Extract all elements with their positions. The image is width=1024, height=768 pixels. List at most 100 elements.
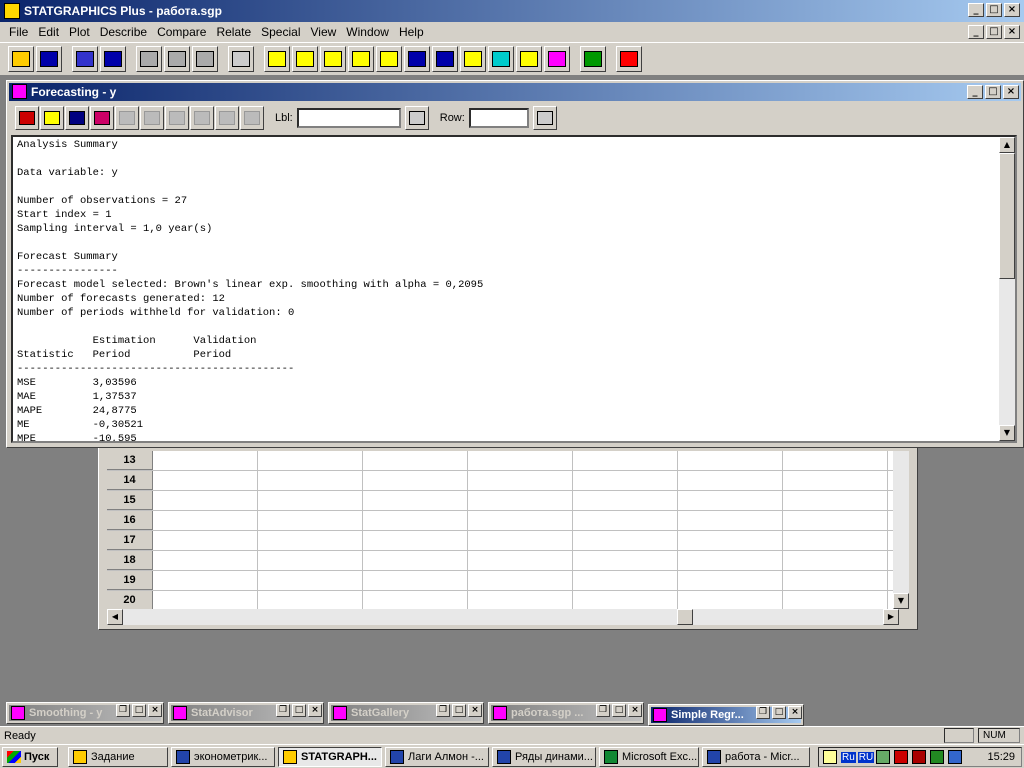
histogram-button[interactable] — [320, 46, 346, 72]
line-tool-button[interactable] — [240, 106, 264, 130]
tray-app-icon[interactable] — [930, 750, 945, 764]
table-cell[interactable] — [258, 451, 363, 470]
data-disk-button[interactable] — [100, 46, 126, 72]
table-cell[interactable] — [363, 511, 468, 530]
table-cell[interactable] — [468, 531, 573, 550]
table-cell[interactable] — [678, 451, 783, 470]
antivirus-icon[interactable] — [894, 750, 909, 764]
graphical-options-button[interactable] — [65, 106, 89, 130]
table-cell[interactable] — [573, 511, 678, 530]
table-cell[interactable] — [573, 551, 678, 570]
row-header[interactable]: 16 — [107, 511, 153, 530]
row-header[interactable]: 19 — [107, 571, 153, 590]
table-cell[interactable] — [468, 451, 573, 470]
minimized-window[interactable]: работа.sgp ... ❐ □ × — [488, 702, 644, 724]
table-cell[interactable] — [363, 491, 468, 510]
xy-button[interactable] — [348, 46, 374, 72]
regression-button[interactable] — [460, 46, 486, 72]
globe-button[interactable] — [488, 46, 514, 72]
menu-describe[interactable]: Describe — [95, 22, 152, 42]
table-cell[interactable] — [783, 591, 888, 609]
table-cell[interactable] — [363, 591, 468, 609]
print-button[interactable] — [228, 46, 254, 72]
table-cell[interactable] — [363, 571, 468, 590]
row-input[interactable] — [468, 108, 529, 128]
scroll-up-arrow-icon[interactable]: ▲ — [999, 137, 1015, 153]
row-header[interactable]: 15 — [107, 491, 153, 510]
row-header[interactable]: 20 — [107, 591, 153, 609]
maximize-button[interactable]: □ — [132, 704, 146, 717]
output-scroll-thumb[interactable] — [999, 153, 1015, 279]
kaspersky-icon[interactable] — [912, 750, 927, 764]
datasheet-grid[interactable]: 13 14 15 16 17 18 19 20 — [107, 451, 893, 609]
table-cell[interactable] — [153, 571, 258, 590]
keyboard-layout-indicator[interactable]: RU — [857, 751, 875, 763]
scatter-button[interactable] — [376, 46, 402, 72]
menu-window[interactable]: Window — [341, 22, 394, 42]
table-cell[interactable] — [258, 571, 363, 590]
output-vertical-scrollbar[interactable]: ▲ ▼ — [999, 137, 1015, 441]
save-results-button[interactable] — [90, 106, 114, 130]
forecast-minimize-button[interactable]: _ — [967, 85, 983, 99]
statgallery-button[interactable] — [544, 46, 570, 72]
close-button[interactable]: × — [788, 706, 802, 719]
menu-help[interactable]: Help — [394, 22, 429, 42]
maximize-button[interactable]: □ — [612, 704, 626, 717]
maximize-button[interactable]: □ — [986, 3, 1002, 17]
datasheet-horizontal-scrollbar[interactable]: ◀ ▶ — [107, 609, 899, 625]
lbl-input[interactable] — [296, 108, 401, 128]
taskbar-item[interactable]: эконометрик... — [171, 746, 275, 767]
table-cell[interactable] — [573, 471, 678, 490]
mdi-close-button[interactable]: × — [1004, 25, 1020, 39]
mdi-restore-button[interactable]: □ — [986, 25, 1002, 39]
timeseries-button[interactable] — [404, 46, 430, 72]
table-cell[interactable] — [363, 551, 468, 570]
speaker-icon[interactable] — [823, 750, 837, 764]
table-cell[interactable] — [468, 511, 573, 530]
taskbar-item[interactable]: работа - Micr... — [702, 746, 810, 767]
restore-button[interactable]: ❐ — [276, 704, 290, 717]
table-cell[interactable] — [783, 531, 888, 550]
scroll-down-arrow-icon[interactable]: ▼ — [893, 593, 909, 609]
maximize-button[interactable]: □ — [452, 704, 466, 717]
exclude-button[interactable] — [165, 106, 189, 130]
open-folder-button[interactable] — [8, 46, 34, 72]
table-cell[interactable] — [468, 471, 573, 490]
scroll-down-arrow-icon[interactable]: ▼ — [999, 425, 1015, 441]
taskbar-item[interactable]: Microsoft Exc... — [599, 746, 699, 767]
table-cell[interactable] — [573, 491, 678, 510]
table-cell[interactable] — [153, 531, 258, 550]
table-cell[interactable] — [153, 471, 258, 490]
minimized-window[interactable]: Smoothing - y ❐ □ × — [6, 702, 164, 724]
locate-button[interactable] — [190, 106, 214, 130]
table-cell[interactable] — [153, 551, 258, 570]
forecasting-title-bar[interactable]: Forecasting - y _ □ × — [9, 83, 1021, 101]
table-cell[interactable] — [363, 531, 468, 550]
close-button[interactable]: × — [468, 704, 482, 717]
table-cell[interactable] — [153, 451, 258, 470]
table-cell[interactable] — [468, 571, 573, 590]
menu-special[interactable]: Special — [256, 22, 305, 42]
table-cell[interactable] — [678, 591, 783, 609]
taskbar-item[interactable]: Задание — [68, 746, 168, 767]
taskbar-item[interactable]: STATGRAPH... — [278, 746, 382, 767]
table-cell[interactable] — [783, 511, 888, 530]
table-cell[interactable] — [153, 491, 258, 510]
row-header[interactable]: 17 — [107, 531, 153, 550]
table-cell[interactable] — [363, 471, 468, 490]
globe-tray-icon[interactable] — [948, 750, 963, 764]
summary-button[interactable] — [292, 46, 318, 72]
table-cell[interactable] — [783, 571, 888, 590]
scroll-left-arrow-icon[interactable]: ◀ — [107, 609, 123, 625]
statadvisor-button[interactable] — [580, 46, 606, 72]
table-cell[interactable] — [258, 491, 363, 510]
minimized-window[interactable]: StatGallery ❐ □ × — [328, 702, 484, 724]
table-cell[interactable] — [468, 491, 573, 510]
row-header[interactable]: 13 — [107, 451, 153, 470]
menu-plot[interactable]: Plot — [64, 22, 95, 42]
menu-file[interactable]: File — [4, 22, 33, 42]
scroll-right-arrow-icon[interactable]: ▶ — [883, 609, 899, 625]
forecast-close-button[interactable]: × — [1003, 85, 1019, 99]
close-button[interactable]: × — [308, 704, 322, 717]
paste-button[interactable] — [192, 46, 218, 72]
